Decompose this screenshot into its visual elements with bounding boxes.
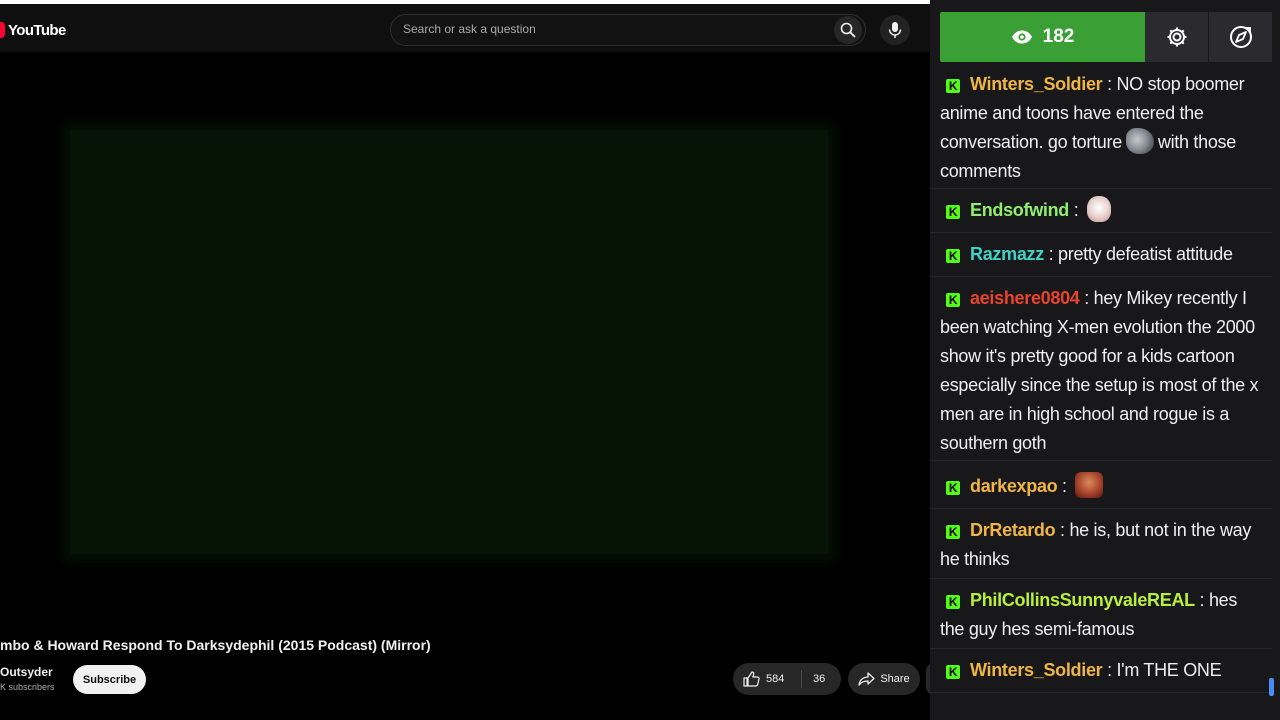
kick-badge-icon: K	[946, 205, 960, 219]
like-count: 584	[766, 673, 785, 685]
wolf-emote-icon	[1125, 128, 1154, 154]
search-button[interactable]	[834, 16, 862, 44]
video-player[interactable]	[0, 56, 930, 628]
chat-settings-button[interactable]	[1145, 12, 1208, 62]
kick-badge-icon: K	[946, 525, 960, 539]
viewer-count: 182	[1042, 26, 1075, 47]
compass-icon	[1229, 26, 1252, 48]
share-button[interactable]: Share	[848, 663, 920, 695]
chat-username[interactable]: aeishere0804	[970, 288, 1080, 308]
gear-icon	[1167, 27, 1186, 47]
dislike-button[interactable]: 36	[813, 663, 825, 695]
voice-search-button[interactable]	[880, 15, 910, 45]
face-emote-icon	[1075, 472, 1104, 498]
youtube-page: YouTube Search or ask a question mbo & H…	[0, 0, 930, 720]
channel-name[interactable]: Outsyder	[0, 665, 53, 679]
chat-message: K Winters_Soldier : I'm THE ONE	[930, 649, 1272, 693]
chat-message-list: K Winters_Soldier : NO stop boomer anime …	[930, 70, 1272, 693]
chat-username[interactable]: PhilCollinsSunnyvaleREAL	[970, 590, 1195, 610]
youtube-play-icon	[0, 22, 5, 38]
chat-text: hey Mikey recently I been watching X-men…	[940, 288, 1259, 453]
subscriber-count: K subscribers	[0, 682, 55, 692]
dislike-count: 36	[813, 673, 826, 685]
share-label: Share	[880, 673, 910, 685]
kick-badge-icon: K	[946, 249, 960, 263]
chat-text: I'm THE ONE	[1116, 660, 1222, 680]
kick-badge-icon: K	[946, 481, 960, 495]
chat-message: K Razmazz : pretty defeatist attitude	[930, 233, 1272, 277]
chat-popout-button[interactable]	[1208, 12, 1272, 62]
like-dislike-bar: 584 36	[733, 663, 841, 695]
chat-username[interactable]: Winters_Soldier	[970, 74, 1103, 94]
chat-header: 182	[940, 12, 1274, 62]
chat-message: Kaeishere0804 : hey Mikey recently I bee…	[930, 277, 1272, 461]
subscribe-button[interactable]: Subscribe	[73, 665, 146, 694]
video-title: mbo & Howard Respond To Darksydephil (20…	[0, 637, 431, 653]
eye-icon	[1011, 30, 1032, 44]
chat-panel: 182 K Winters_Soldier : NO stop boomer an…	[930, 0, 1280, 720]
microphone-icon	[888, 22, 902, 38]
logo-text: YouTube	[8, 21, 66, 39]
kick-badge-icon: K	[946, 293, 960, 307]
viewer-count-badge: 182	[940, 12, 1145, 62]
chat-username[interactable]: Endsofwind	[970, 200, 1069, 220]
search-input[interactable]: Search or ask a question	[403, 22, 536, 36]
thumbs-up-icon	[743, 671, 760, 687]
chat-username[interactable]: darkexpao	[970, 476, 1058, 496]
kick-badge-icon: K	[946, 665, 960, 679]
chat-username[interactable]: DrRetardo	[970, 520, 1056, 540]
chat-scrollbar[interactable]	[1269, 678, 1274, 696]
kick-badge-icon: K	[946, 79, 960, 93]
like-button[interactable]: 584	[743, 663, 784, 695]
masthead: YouTube Search or ask a question	[0, 4, 930, 52]
search-box[interactable]: Search or ask a question	[390, 14, 866, 46]
chat-message: Kdarkexpao :	[930, 461, 1272, 509]
video-frame	[70, 130, 828, 554]
chat-message: K Endsofwind :	[930, 189, 1272, 233]
chat-message: K Winters_Soldier : NO stop boomer anime …	[930, 70, 1272, 189]
search-icon	[840, 22, 856, 38]
like-divider	[801, 670, 802, 688]
chat-username[interactable]: Winters_Soldier	[970, 660, 1103, 680]
share-icon	[858, 672, 875, 686]
hand-emote-icon	[1087, 196, 1112, 222]
chat-text: pretty defeatist attitude	[1058, 244, 1233, 264]
chat-message: K DrRetardo : he is, but not in the way h…	[930, 509, 1272, 579]
chat-username[interactable]: Razmazz	[970, 244, 1044, 264]
youtube-logo[interactable]: YouTube	[0, 19, 66, 41]
kick-badge-icon: K	[946, 595, 960, 609]
chat-message: K PhilCollinsSunnyvaleREAL : hes the guy …	[930, 579, 1272, 649]
